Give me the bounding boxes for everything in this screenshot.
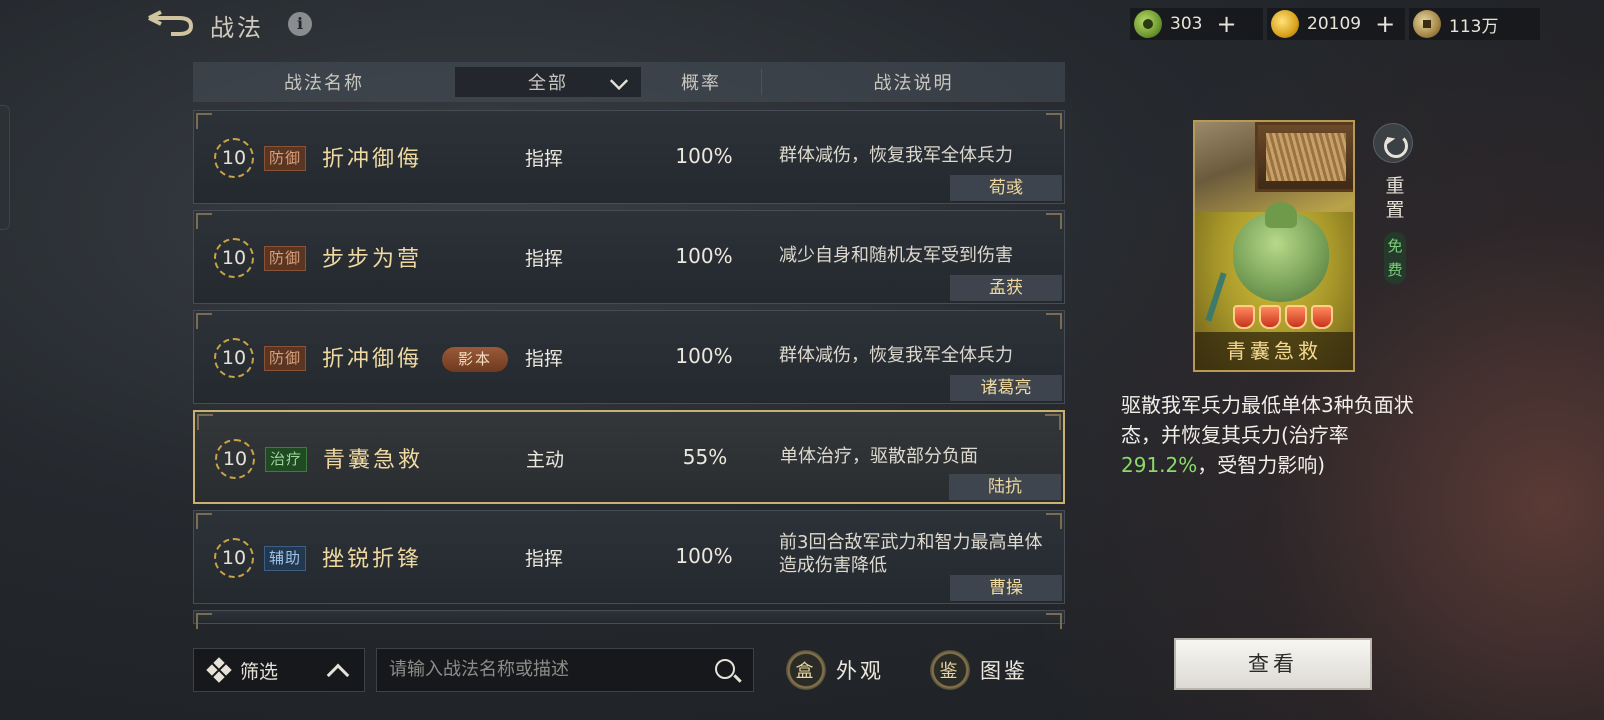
search-icon[interactable] [715,659,735,679]
type-tag: 辅助 [264,546,307,571]
general-name: 陆抗 [949,474,1061,500]
add-gold-button[interactable]: + [1375,12,1395,36]
level-badge: 10 [214,338,254,378]
back-arrow-icon[interactable] [145,10,197,38]
card-title: 青囊急救 [1195,332,1353,370]
skill-desc: 群体减伤，恢复我军全体兵力 [779,345,1013,366]
skill-desc: 群体减伤，恢复我军全体兵力 [779,145,1013,166]
filter-button[interactable]: 筛选 [193,648,365,692]
table-row[interactable]: 10 防御 步步为营 指挥 100% 减少自身和随机友军受到伤害 孟获 [193,210,1065,304]
star-icon [1259,305,1281,329]
type-tag: 防御 [264,146,307,171]
star-icon [1233,305,1255,329]
pouch-knot-art [1265,202,1297,228]
chevron-up-icon [326,663,350,687]
skill-rate: 100% [675,144,733,168]
skill-card: 青囊急救 [1193,120,1355,372]
type-filter-dropdown[interactable]: 全部 [455,67,641,97]
gold-coin-icon [1271,10,1299,38]
column-header-name: 战法名称 [284,73,364,94]
table-row-selected[interactable]: 10 治疗 青囊急救 主动 55% 单体治疗，驱散部分负面 陆抗 [193,410,1065,504]
search-input[interactable]: 请输入战法名称或描述 [376,648,754,692]
view-button[interactable]: 查看 [1174,638,1372,690]
top-bar: 战法 i 303 + 20109 + 113万 [0,0,1604,48]
filter-label: 筛选 [240,660,279,683]
add-jade-button[interactable]: + [1216,12,1236,36]
currency-copper: 113万 [1409,8,1540,40]
skill-rate: 100% [675,544,733,568]
copper-coin-icon [1413,10,1441,38]
currency-value: 113万 [1449,16,1499,37]
skill-detail-text: 驱散我军兵力最低单体3种负面状态，并恢复其兵力(治疗率 291.2%，受智力影响) [1121,390,1433,480]
type-tag: 防御 [264,246,307,271]
column-header-desc: 战法说明 [761,69,1065,95]
reset-label[interactable]: 重置 [1384,174,1406,222]
reset-icon[interactable] [1373,123,1413,163]
skill-name: 步步为营 [322,247,423,272]
skill-kind: 指挥 [524,148,563,170]
star-icon [1285,305,1307,329]
skill-name: 折冲御侮 [322,147,423,172]
detail-prefix: 驱散我军兵力最低单体3种负面状态，并恢复其兵力(治疗率 [1121,393,1414,447]
appearance-button[interactable]: 盒 外观 [786,648,884,692]
skill-kind: 指挥 [524,348,563,370]
star-rating [1233,305,1333,329]
star-icon [1311,305,1333,329]
free-badge: 免费 [1384,232,1406,284]
codex-book-icon: 鉴 [930,650,970,690]
level-badge: 10 [214,138,254,178]
codex-button[interactable]: 鉴 图鉴 [930,648,1028,692]
table-row[interactable]: 10 防御 折冲御侮 指挥 100% 群体减伤，恢复我军全体兵力 荀彧 [193,110,1065,204]
skill-desc: 单体治疗，驱散部分负面 [780,446,978,467]
skill-rate: 100% [675,344,733,368]
general-name: 荀彧 [950,175,1062,201]
skill-list[interactable]: 10 防御 折冲御侮 指挥 100% 群体减伤，恢复我军全体兵力 荀彧 10 防… [193,110,1065,630]
currency-value: 20109 [1307,14,1362,34]
general-name: 孟获 [950,275,1062,301]
currency-jade: 303 + [1130,8,1263,40]
table-row[interactable]: 10 辅助 挫锐折锋 指挥 100% 前3回合敌军武力和智力最高单体造成伤害降低… [193,510,1065,604]
table-header: 战法名称 全部 概率 战法说明 [193,62,1065,102]
general-name: 曹操 [950,575,1062,601]
skill-rate: 100% [675,244,733,268]
skill-kind: 指挥 [524,248,563,270]
table-row[interactable]: 10 防御 折冲御侮 影本 指挥 100% 群体减伤，恢复我军全体兵力 诸葛亮 [193,310,1065,404]
skill-name: 青囊急救 [323,448,424,473]
column-header-rate: 概率 [681,73,721,94]
filter-diamond-icon [206,657,232,683]
type-tag: 防御 [264,346,307,371]
type-filter-value: 全部 [528,73,568,94]
type-tag: 治疗 [265,447,308,472]
herb-box-art [1255,122,1353,192]
detail-suffix: ，受智力影响) [1197,453,1326,477]
skill-kind: 主动 [525,449,564,471]
skill-desc: 前3回合敌军武力和智力最高单体造成伤害降低 [779,532,1043,576]
skill-desc: 减少自身和随机友军受到伤害 [779,245,1013,266]
skill-name: 折冲御侮 [322,347,423,372]
level-badge: 10 [214,538,254,578]
appearance-label: 外观 [836,659,884,683]
table-row-partial[interactable] [193,610,1065,629]
detail-highlight: 291.2% [1121,453,1198,477]
skill-kind: 指挥 [524,548,563,570]
info-icon[interactable]: i [288,12,312,36]
pavilion-icon: 盒 [786,650,826,690]
jade-coin-icon [1134,10,1162,38]
currency-gold: 20109 + [1267,8,1405,40]
chevron-down-icon [609,71,629,91]
codex-label: 图鉴 [980,659,1028,683]
general-name: 诸葛亮 [950,375,1062,401]
level-badge: 10 [215,439,255,479]
search-placeholder: 请输入战法名称或描述 [389,659,569,680]
currency-value: 303 [1170,14,1203,34]
page-title: 战法 [210,14,264,42]
currency-bar: 303 + 20109 + 113万 [1130,8,1540,40]
level-badge: 10 [214,238,254,278]
skill-name: 挫锐折锋 [322,547,423,572]
side-drawer-handle[interactable] [0,105,10,230]
skill-rate: 55% [682,445,728,469]
